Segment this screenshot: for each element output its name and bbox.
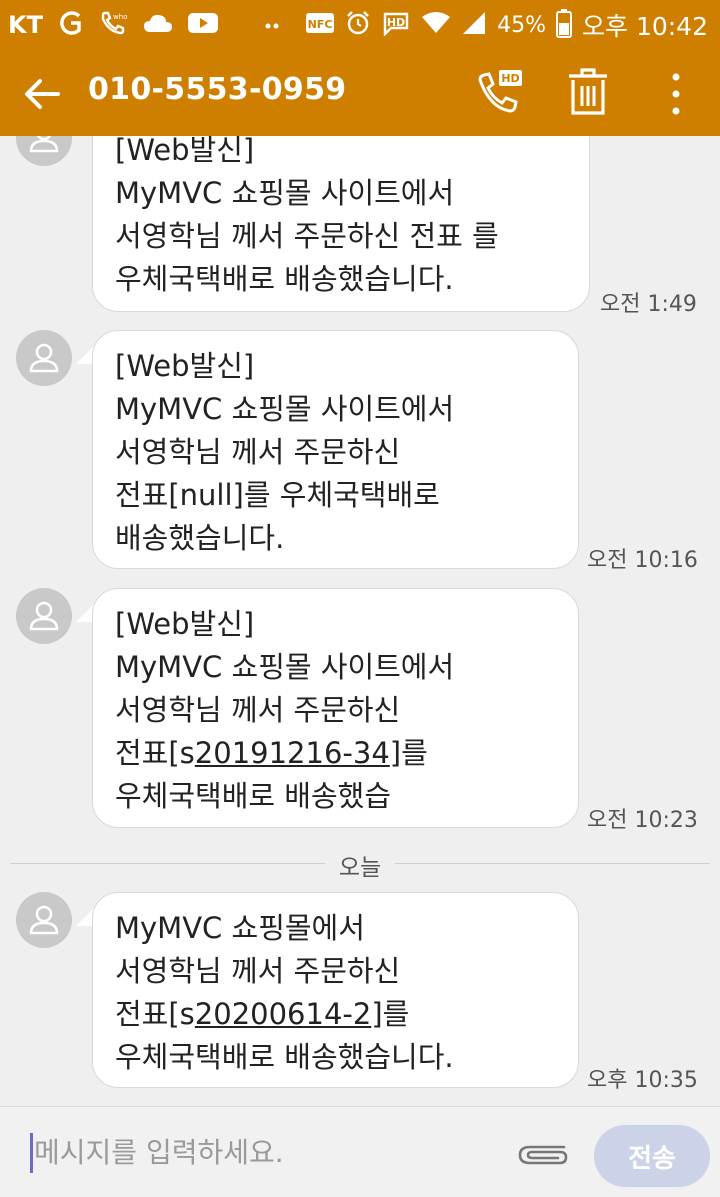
wifi-icon — [421, 11, 451, 39]
message-line: [Web발신] — [115, 607, 255, 641]
person-icon — [29, 601, 59, 631]
cloud-icon — [143, 12, 173, 38]
svg-text:HD: HD — [387, 16, 405, 29]
message-line: 우체국택배로 배송했습니다. — [115, 262, 454, 296]
svg-text:who: who — [113, 13, 127, 21]
message-time: 오전 10:23 — [587, 808, 698, 833]
signal-icon — [461, 10, 487, 40]
svg-text:HD: HD — [501, 72, 519, 85]
message-bubble[interactable]: [Web발신] MyMVC 쇼핑몰 사이트에서 서영학님 께서 주문하신 전표[… — [92, 330, 579, 569]
whowho-icon: who — [99, 9, 129, 41]
message-input[interactable] — [34, 1129, 474, 1175]
number-link[interactable]: 20200614-2 — [195, 997, 372, 1031]
send-button[interactable]: 전송 — [594, 1125, 710, 1187]
message-line: 전표[s20200614-2]를 — [115, 993, 556, 1036]
avatar — [16, 588, 72, 644]
message-line: 서영학님 께서 주문하신 — [115, 693, 401, 727]
avatar — [16, 330, 72, 386]
back-arrow-icon[interactable] — [22, 74, 62, 114]
message-list[interactable]: [Web발신] MyMVC 쇼핑몰 사이트에서 서영학님 께서 주문하신 전표 … — [0, 136, 720, 1106]
message-line: MyMVC 쇼핑몰에서 — [115, 911, 365, 945]
battery-percent: 45% — [497, 12, 546, 38]
more-options-icon[interactable] — [664, 70, 688, 118]
message-composer: 전송 — [0, 1106, 720, 1197]
message-line: 서영학님 께서 주문하신 전표 를 — [115, 219, 499, 253]
message-line: 배송했습니다. — [115, 521, 285, 555]
text-fragment: ]를 — [371, 997, 410, 1031]
status-bar: KT who NFC HD 45% 오후 10:42 — [0, 0, 720, 50]
hd-call-icon[interactable]: HD — [474, 68, 526, 120]
conversation-header: 010-5553-0959 HD — [0, 50, 720, 136]
avatar — [16, 892, 72, 948]
alarm-icon — [345, 10, 371, 40]
date-divider-label: 오늘 — [324, 855, 396, 881]
message-time: 오후 10:35 — [587, 1068, 698, 1093]
message-line: 우체국택배로 배송했습니다. — [115, 1040, 454, 1074]
attach-paperclip-icon[interactable] — [514, 1135, 570, 1171]
message-time: 오전 10:16 — [587, 548, 698, 573]
message-line: 서영학님 께서 주문하신 — [115, 435, 401, 469]
text-fragment: ]를 — [389, 736, 428, 770]
message-time: 오전 1:49 — [600, 292, 697, 317]
text-fragment: 전표[s — [115, 997, 195, 1031]
g-signal-icon — [57, 10, 85, 40]
battery-icon — [556, 8, 572, 42]
number-link[interactable]: 20191216-34 — [195, 736, 390, 770]
nfc-icon: NFC — [305, 11, 335, 39]
dots-icon — [265, 16, 279, 35]
carrier-label: KT — [8, 11, 43, 39]
message-line: [Web발신] — [115, 136, 255, 167]
person-icon — [29, 343, 59, 373]
message-line: MyMVC 쇼핑몰 사이트에서 — [115, 650, 455, 684]
message-line: 전표[s20191216-34]를 — [115, 732, 556, 775]
person-icon — [29, 905, 59, 935]
message-line: 전표[null]를 우체국택배로 — [115, 478, 440, 512]
date-divider: 오늘 — [10, 848, 710, 881]
message-line: 서영학님 께서 주문하신 — [115, 954, 401, 988]
svg-text:NFC: NFC — [308, 18, 333, 31]
avatar — [16, 136, 72, 166]
delete-trash-icon[interactable] — [566, 66, 610, 118]
youtube-icon — [187, 11, 219, 39]
text-fragment: 전표[s — [115, 736, 195, 770]
hd-icon: HD — [381, 10, 411, 40]
contact-number: 010-5553-0959 — [88, 72, 347, 107]
message-bubble[interactable]: MyMVC 쇼핑몰에서 서영학님 께서 주문하신 전표[s20200614-2]… — [92, 892, 579, 1088]
message-bubble[interactable]: [Web발신] MyMVC 쇼핑몰 사이트에서 서영학님 께서 주문하신 전표[… — [92, 588, 579, 828]
message-bubble[interactable]: [Web발신] MyMVC 쇼핑몰 사이트에서 서영학님 께서 주문하신 전표 … — [92, 136, 590, 312]
clock: 오후 10:42 — [582, 12, 708, 41]
message-line: [Web발신] — [115, 349, 255, 383]
message-line: MyMVC 쇼핑몰 사이트에서 — [115, 392, 455, 426]
message-line: 우체국택배로 배송했습 — [115, 779, 392, 813]
message-line: MyMVC 쇼핑몰 사이트에서 — [115, 176, 455, 210]
text-cursor — [30, 1133, 33, 1173]
person-icon — [29, 136, 59, 153]
